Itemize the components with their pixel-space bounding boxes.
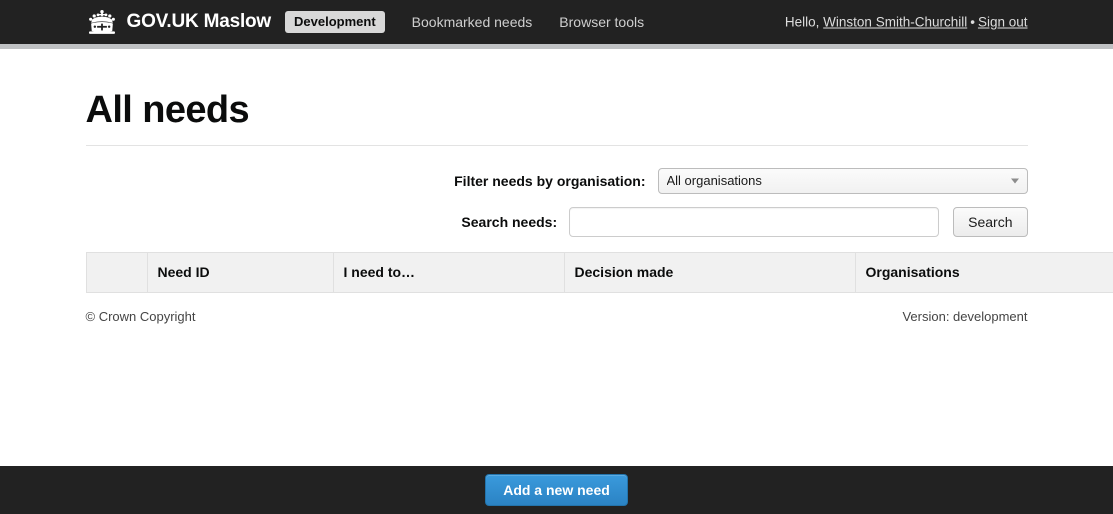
needs-table-head: Need ID I need to… Decision made Organis… [85,251,1113,293]
crown-icon [88,10,115,34]
needs-table: Need ID I need to… Decision made Organis… [85,251,1113,293]
column-header-organisations[interactable]: Organisations [854,251,1113,293]
bottom-action-bar: Add a new need [0,466,1113,514]
column-header-need-id[interactable]: Need ID [146,251,334,293]
organisation-select-value: All organisations [666,173,762,189]
sign-out-link[interactable]: Sign out [978,15,1028,30]
needs-filter-form: Filter needs by organisation: All organi… [86,146,1028,237]
search-label: Search needs: [461,213,558,230]
brand-link[interactable]: GOV.UK Maslow [86,9,272,35]
organisation-filter-label: Filter needs by organisation: [454,172,646,189]
global-header: GOV.UK Maslow Development Bookmarked nee… [0,0,1113,44]
column-header-decision-made[interactable]: Decision made [563,251,856,293]
main-content: All needs Filter needs by organisation: … [85,49,1113,324]
organisation-filter-row: Filter needs by organisation: All organi… [86,167,1028,194]
version-text: Version: development [902,308,1028,324]
nav-link-bookmarked-needs[interactable]: Bookmarked needs [412,14,533,30]
brand-title: GOV.UK Maslow [126,11,272,32]
column-header-select[interactable] [85,251,148,293]
separator-dot: • [970,14,975,30]
environment-badge: Development [285,11,385,33]
greeting-text: Hello, [784,14,820,30]
column-header-i-need-to[interactable]: I need to… [332,251,565,293]
nav-link-browser-tools[interactable]: Browser tools [559,14,644,30]
copyright-text: © Crown Copyright [85,308,196,324]
search-button[interactable]: Search [953,206,1028,237]
search-row: Search needs: Search [86,206,1028,237]
user-session-area: Hello, Winston Smith-Churchill • Sign out [785,15,1028,30]
global-header-inner: GOV.UK Maslow Development Bookmarked nee… [86,0,1028,44]
add-new-need-button[interactable]: Add a new need [485,474,628,506]
page-footer: © Crown Copyright Version: development [86,293,1028,324]
page-title: All needs [85,89,250,131]
user-profile-link[interactable]: Winston Smith-Churchill [823,15,967,30]
chevron-down-icon [1010,178,1019,184]
organisation-select[interactable]: All organisations [657,167,1028,194]
needs-table-header-row: Need ID I need to… Decision made Organis… [85,251,1113,293]
search-input[interactable] [569,206,940,237]
